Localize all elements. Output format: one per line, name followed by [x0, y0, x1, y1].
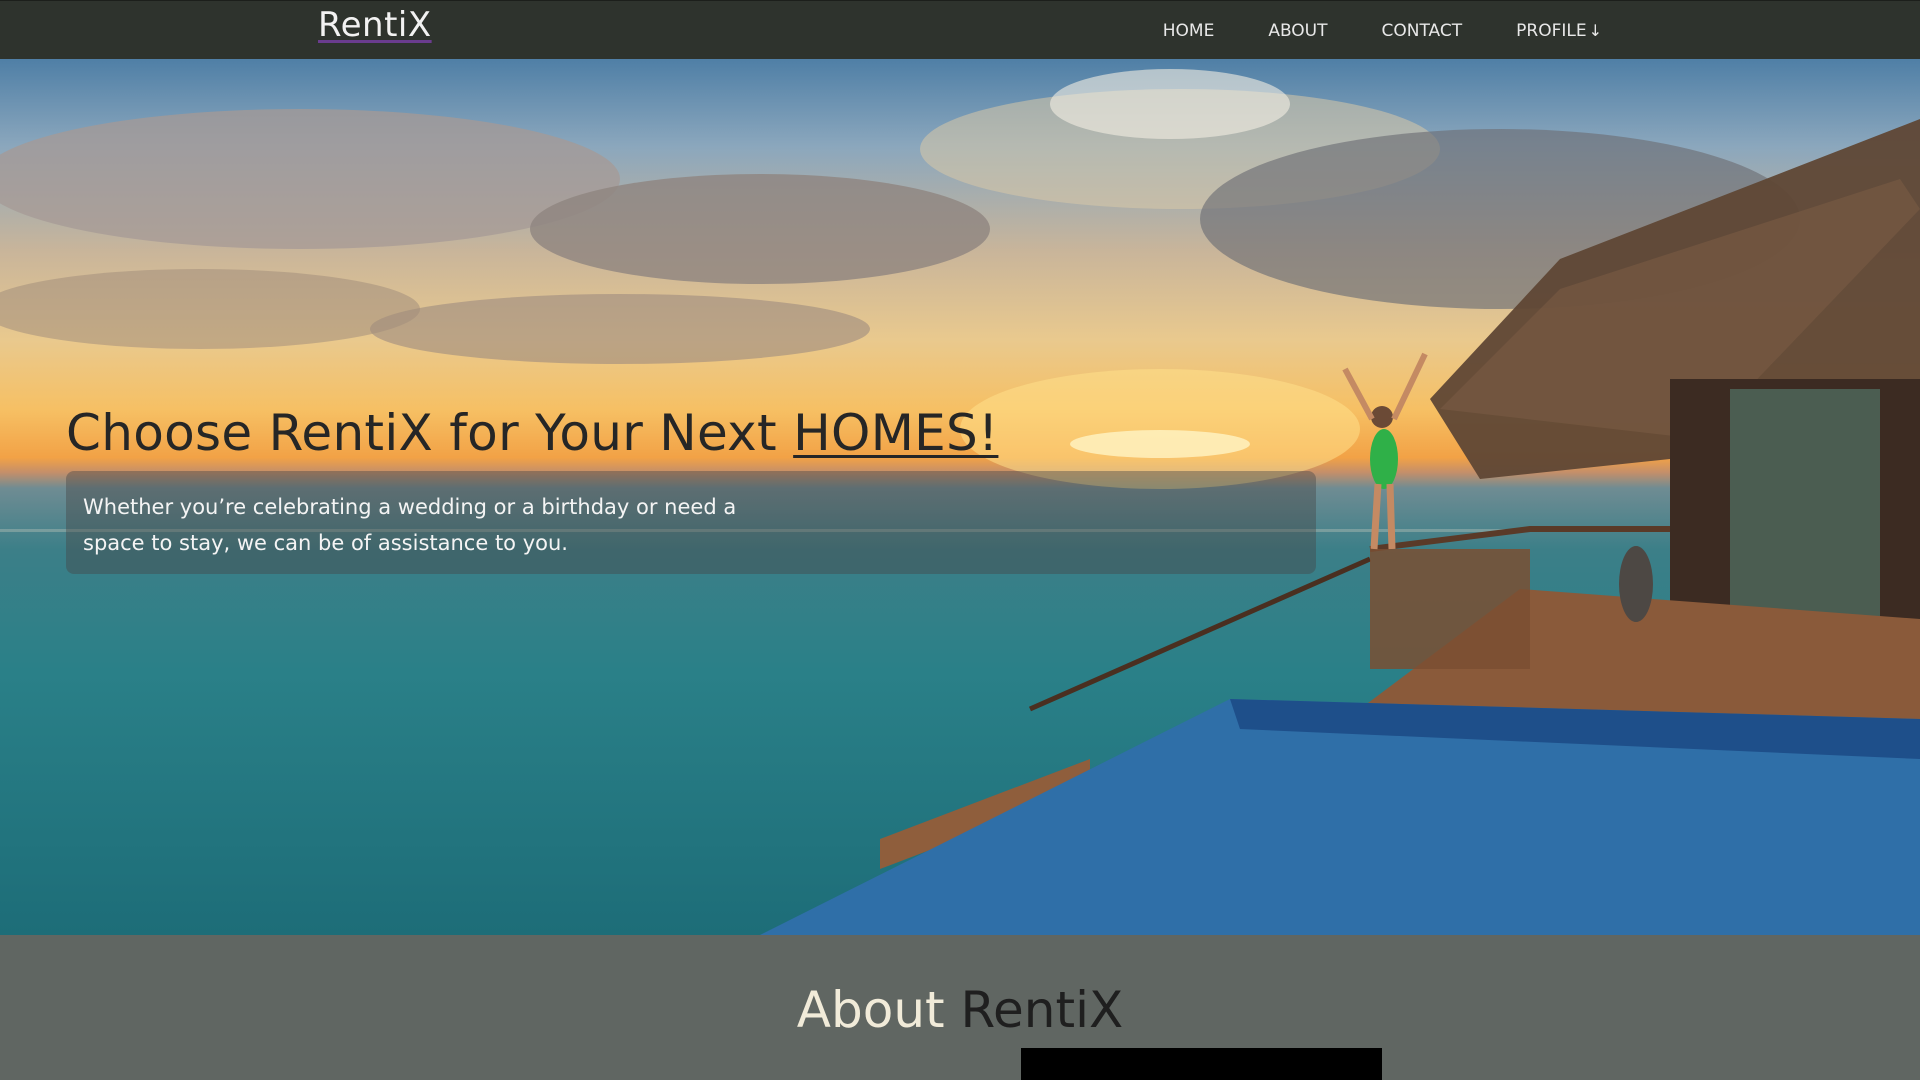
nav-home-link[interactable]: HOME — [1163, 21, 1215, 41]
about-media-block — [1021, 1048, 1382, 1080]
hero-title-text: Choose RentiX for Your Next — [66, 404, 794, 462]
about-title: About RentiX — [0, 981, 1920, 1039]
nav-about-link[interactable]: ABOUT — [1268, 21, 1327, 41]
nav-profile-label: PROFILE — [1516, 20, 1587, 41]
logo[interactable]: RentiX — [318, 5, 432, 45]
hero-banner: Choose RentiX for Your Next HOMES! Wheth… — [0, 59, 1920, 935]
arrow-down-icon: ↓ — [1588, 20, 1602, 40]
hero-title: Choose RentiX for Your Next HOMES! — [66, 404, 998, 462]
hero-title-highlight: HOMES! — [793, 404, 999, 462]
about-section: About RentiX — [0, 935, 1920, 1080]
hero-description-box: Whether you’re celebrating a wedding or … — [66, 471, 1316, 574]
nav-links: HOME ABOUT CONTACT PROFILE ↓ — [1109, 1, 1602, 60]
page: RentiX HOME ABOUT CONTACT PROFILE ↓ Choo… — [0, 0, 1920, 1080]
nav-contact-link[interactable]: CONTACT — [1382, 21, 1463, 41]
about-title-part2: RentiX — [960, 981, 1124, 1039]
nav-profile-dropdown[interactable]: PROFILE ↓ — [1516, 21, 1602, 41]
hero-description: Whether you’re celebrating a wedding or … — [83, 495, 737, 555]
about-title-part1: About — [796, 981, 961, 1039]
navbar: RentiX HOME ABOUT CONTACT PROFILE ↓ — [0, 0, 1920, 59]
